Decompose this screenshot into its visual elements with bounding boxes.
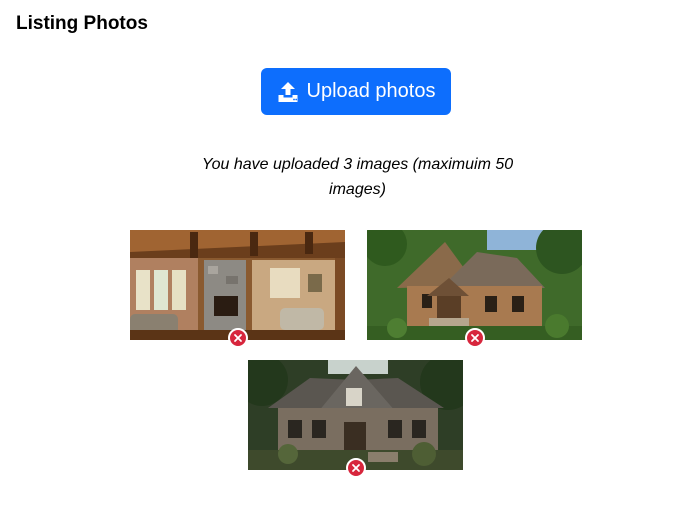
upload-photos-button[interactable]: Upload photos bbox=[261, 68, 451, 115]
living-room-image bbox=[130, 230, 345, 340]
upload-photos-label: Upload photos bbox=[306, 80, 436, 102]
photo-thumbnail-living-room bbox=[130, 230, 345, 348]
remove-photo-button[interactable] bbox=[228, 328, 248, 348]
stone-house-image bbox=[248, 360, 463, 470]
stone-cottage-image bbox=[367, 230, 582, 340]
remove-photo-button[interactable] bbox=[346, 458, 366, 478]
page-title: Listing Photos bbox=[16, 13, 148, 34]
remove-photo-button[interactable] bbox=[465, 328, 485, 348]
remove-icon bbox=[471, 334, 479, 342]
upload-icon bbox=[277, 81, 299, 103]
photo-thumbnail-stone-house bbox=[248, 360, 463, 478]
remove-icon bbox=[234, 334, 242, 342]
upload-count-text: You have uploaded 3 images (maximuim 50 … bbox=[201, 156, 514, 198]
photo-thumbnail-stone-cottage bbox=[367, 230, 582, 348]
remove-icon bbox=[352, 464, 360, 472]
